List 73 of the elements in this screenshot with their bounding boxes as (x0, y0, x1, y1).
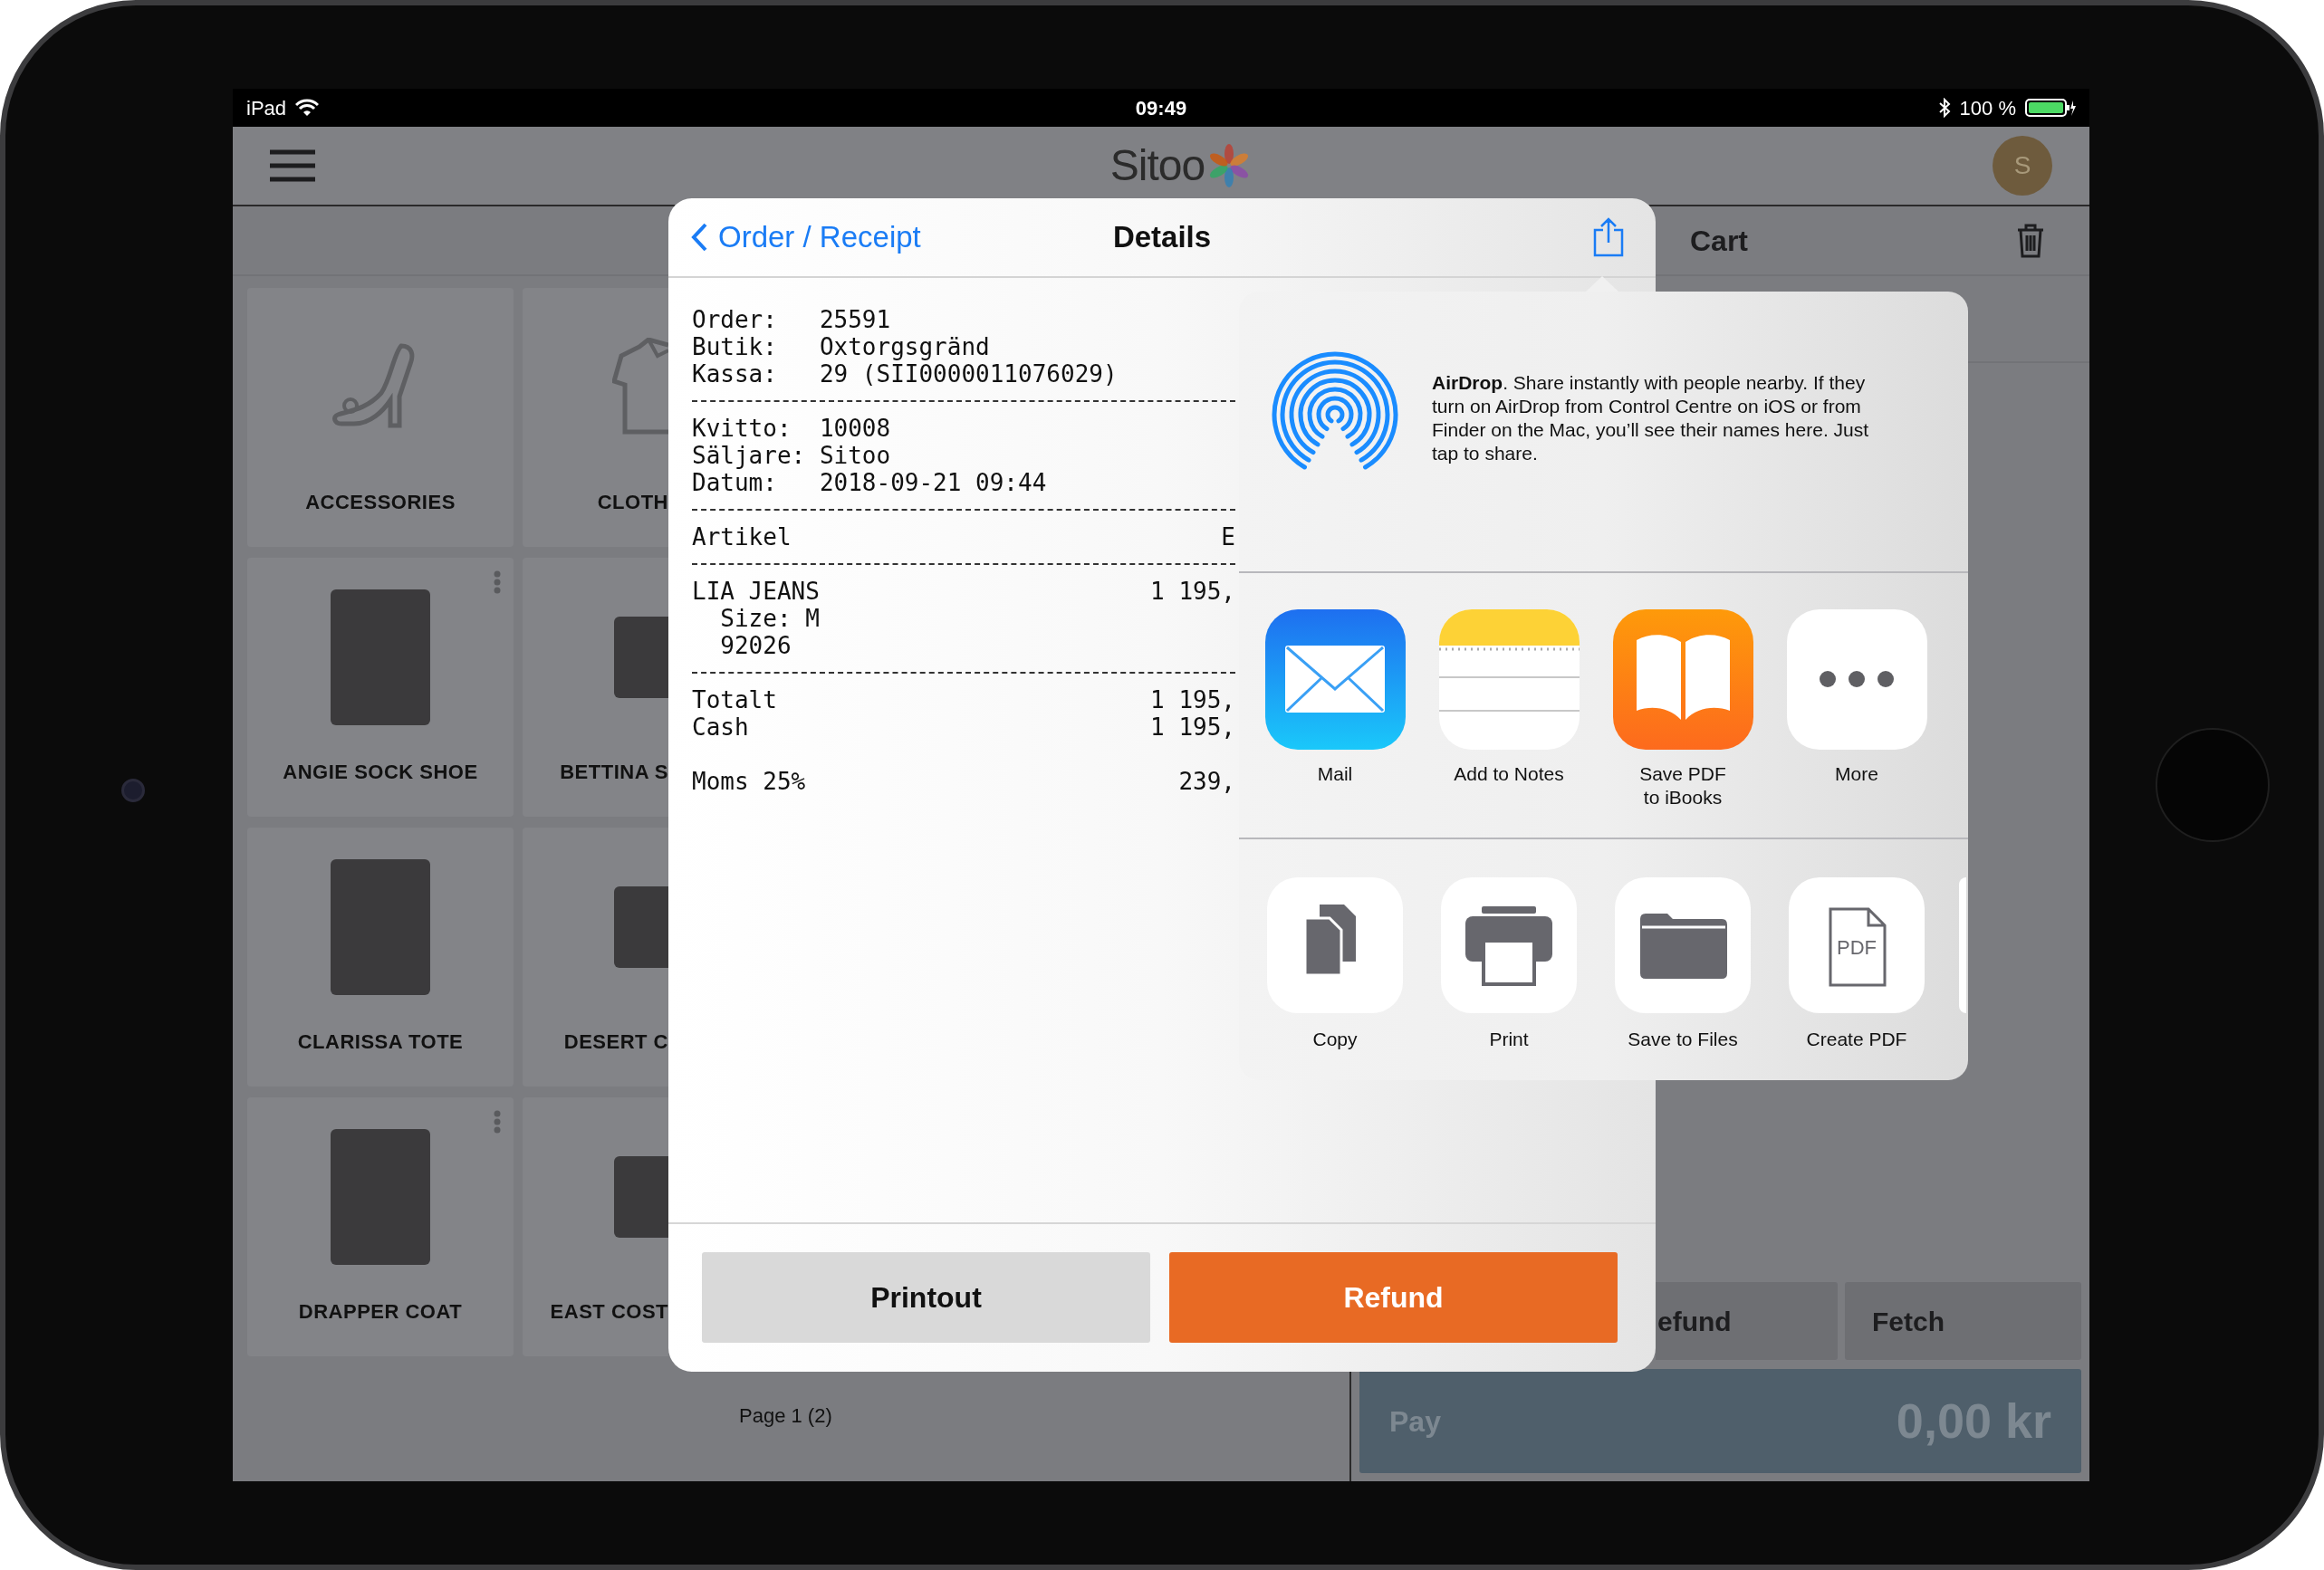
receipt-line: Size: M (719, 605, 820, 632)
menu-icon[interactable] (270, 149, 315, 182)
share-option-label[interactable]: Save PDF to iBooks (1639, 762, 1726, 809)
receipt-line: Cash (692, 713, 749, 741)
logo-text: Sitoo (1109, 140, 1205, 191)
product-tile[interactable]: CLARISSA TOTE (247, 828, 514, 1087)
receipt-amount: 1 195, (1150, 713, 1235, 741)
page-indicator: Page 1 (2) (739, 1404, 832, 1427)
cart-title: Cart (1690, 223, 1748, 259)
product-tile[interactable]: CLOTH (523, 288, 668, 547)
receipt-line: Butik: Oxtorgsgränd (692, 333, 990, 360)
receipt-line: Datum: 2018-09-21 09:44 (692, 469, 1047, 496)
battery-percentage: 100 % (1959, 95, 2016, 121)
book-app-icon[interactable] (1612, 609, 1753, 750)
cart-button[interactable]: Fetch (1845, 1282, 2081, 1360)
airdrop-icon (1272, 351, 1398, 471)
mail-app-icon[interactable] (1264, 609, 1406, 750)
back-button[interactable]: Order / Receipt (691, 215, 921, 260)
tile-label: ANGIE SOCK SHOE (283, 760, 478, 785)
product-tile[interactable]: DESERT C (523, 828, 668, 1087)
wifi-icon (295, 99, 320, 117)
share-action-label[interactable]: Save to Files (1628, 1028, 1738, 1051)
tile-label: EAST COST (550, 1299, 668, 1325)
chevron-left-icon (691, 223, 707, 252)
camera-lens (121, 779, 145, 802)
pdf-document-icon[interactable]: PDF (1789, 877, 1925, 1013)
tile-label: DESERT C (563, 1029, 668, 1055)
share-action-label[interactable]: Print (1489, 1028, 1529, 1051)
device-name: iPad (246, 95, 287, 121)
dialog-title: Details (1112, 219, 1212, 256)
receipt-line: Totalt (692, 686, 777, 713)
more-icon[interactable] (1786, 609, 1927, 750)
bluetooth-icon (1937, 98, 1951, 118)
trash-icon[interactable] (2017, 223, 2044, 258)
tile-label: ACCESSORIES (305, 490, 456, 515)
receipt-line: 92026 (719, 632, 792, 659)
receipt-amount: 1 195, (1150, 686, 1235, 713)
tile-label: CLOTH (597, 490, 668, 515)
battery-icon (2025, 98, 2076, 118)
product-tile[interactable]: ANGIE SOCK SHOE (247, 558, 514, 817)
receipt-line: Kvitto: 10008 (692, 415, 891, 442)
receipt-line: Kassa: 29 (SII0000011076029) (692, 360, 1118, 388)
tile-label: DRAPPER COAT (298, 1299, 463, 1325)
share-icon[interactable] (1593, 217, 1624, 257)
share-action-label[interactable]: Create PDF (1806, 1028, 1907, 1051)
action-button[interactable]: Printout (702, 1252, 1150, 1343)
tile-label: BETTINA S (560, 760, 668, 785)
receipt-line: Säljare: Sitoo (692, 442, 891, 469)
printer-icon[interactable] (1441, 877, 1577, 1013)
share-option-label[interactable]: Mail (1317, 762, 1353, 786)
shirt-outline-icon (612, 338, 668, 437)
copy-icon[interactable] (1267, 877, 1403, 1013)
receipt-line: Moms 25% (692, 768, 806, 795)
cart-button[interactable]: efund (1656, 1282, 1838, 1360)
receipt-amount: E (1221, 523, 1235, 550)
airdrop-description: AirDrop. Share instantly with people nearby. If they turn on AirDrop from Control Centre on iOS or from Finder on the Mac, you’ll see their names here. Just tap to share. (1432, 371, 1870, 465)
receipt-amount: 1 195, (1150, 578, 1235, 605)
tile-label: CLARISSA TOTE (297, 1029, 464, 1055)
share-action-tile[interactable] (1959, 877, 1966, 1013)
folder-icon[interactable] (1615, 877, 1751, 1013)
receipt-line: LIA JEANS (692, 578, 820, 605)
action-button[interactable]: Refund (1169, 1252, 1618, 1343)
receipt-amount: 239, (1178, 768, 1235, 795)
share-action-label[interactable]: Copy (1312, 1028, 1358, 1051)
share-option-label[interactable]: More (1835, 762, 1878, 786)
receipt-line: Artikel (692, 523, 792, 550)
product-tile[interactable]: BETTINA S (523, 558, 668, 817)
clock: 09:49 (1135, 95, 1187, 121)
receipt-line: Order: 25591 (692, 306, 891, 333)
product-tile[interactable]: DRAPPER COAT (247, 1097, 514, 1356)
share-option-label[interactable]: Add to Notes (1454, 762, 1564, 786)
product-tile[interactable]: EAST COST (523, 1097, 668, 1356)
product-tile[interactable]: ACCESSORIES (247, 288, 514, 547)
